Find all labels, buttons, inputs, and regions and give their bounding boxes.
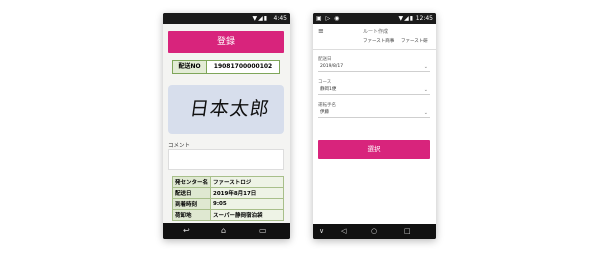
status-bar: ▣ ▷ ◉ ▼◢▮ 12:45: [313, 13, 436, 24]
table-row: 荷卸地 スーパー静岡宿泊袋: [171, 209, 284, 221]
table-row: 発センター名 ファーストロジ: [171, 176, 284, 188]
home-icon[interactable]: ○: [371, 226, 377, 237]
tab-first-shoji[interactable]: ファースト商事: [363, 38, 394, 44]
chevron-down-icon: ⌄: [423, 64, 428, 70]
table-row: 配送日 2019年8月17日: [171, 187, 284, 199]
notification-icons: ▣ ▷ ◉: [316, 15, 341, 22]
status-time: 4:45: [273, 15, 287, 22]
status-icons: ▼◢▮: [252, 15, 268, 22]
table-key: 荷卸地: [171, 209, 212, 221]
status-bar: ▼◢▮ 4:45: [163, 13, 290, 24]
handwritten-signature: 日本太郎: [188, 98, 272, 120]
chevron-down-icon: ⌄: [423, 87, 428, 93]
signature-pad[interactable]: 日本太郎: [168, 85, 284, 134]
chevron-down-icon: ⌄: [423, 110, 428, 116]
delivery-date-value: 2019/8/17: [320, 64, 344, 69]
delivery-number-label: 配送NO: [173, 61, 207, 73]
page-title: ルート作成: [363, 29, 389, 35]
course-value: 静岡1便: [320, 87, 337, 92]
delivery-number-value: 19081700000102: [213, 63, 273, 70]
table-value: 2019年8月17日: [210, 187, 284, 199]
delivery-date-select[interactable]: 2019/8/17 ⌄: [318, 62, 430, 72]
tab-first-ken[interactable]: ファースト研: [401, 38, 428, 44]
route-screen: ≡ ルート作成 ファースト商事 ファースト研 配送日 2019/8/17 ⌄ コ…: [313, 24, 436, 224]
home-icon[interactable]: ⌂: [221, 225, 226, 237]
back-icon[interactable]: ◁: [341, 226, 346, 237]
back-icon[interactable]: ↩: [183, 225, 190, 237]
phone-delivery-receipt: ▼◢▮ 4:45 登録 配送NO 19081700000102 日本太郎 コメン…: [163, 13, 290, 239]
table-value: ファーストロジ: [210, 176, 284, 188]
comment-label: コメント: [168, 143, 191, 149]
recent-apps-icon[interactable]: ▭: [259, 225, 267, 237]
status-time: 12:45: [415, 15, 433, 22]
table-value: スーパー静岡宿泊袋: [210, 209, 284, 221]
register-button[interactable]: 登録: [168, 31, 284, 53]
android-nav-bar: ∨ ◁ ○ □: [313, 224, 436, 239]
delivery-number: 配送NO 19081700000102: [172, 60, 280, 74]
app-bar: ≡ ルート作成 ファースト商事 ファースト研: [313, 24, 436, 50]
phone-route-creation: ▣ ▷ ◉ ▼◢▮ 12:45 ≡ ルート作成 ファースト商事 ファースト研 配…: [313, 13, 436, 239]
table-row: 到着時刻 9:05: [171, 198, 284, 210]
driver-value: 伊藤: [320, 110, 329, 115]
course-select[interactable]: 静岡1便 ⌄: [318, 85, 430, 95]
table-value: 9:05: [210, 198, 284, 210]
android-nav-bar: ↩ ⌂ ▭: [163, 223, 290, 239]
table-key: 発センター名: [171, 176, 212, 188]
receipt-screen: 登録 配送NO 19081700000102 日本太郎 コメント 発センター名 …: [163, 24, 290, 223]
driver-select[interactable]: 伊藤 ⌄: [318, 108, 430, 118]
table-key: 到着時刻: [171, 198, 212, 210]
select-button[interactable]: 選択: [318, 140, 430, 159]
screenshot-stage: ▼◢▮ 4:45 登録 配送NO 19081700000102 日本太郎 コメン…: [0, 0, 600, 253]
comment-input[interactable]: [168, 149, 284, 170]
menu-icon[interactable]: ≡: [318, 27, 324, 35]
delivery-info-table: 発センター名 ファーストロジ 配送日 2019年8月17日 到着時刻 9:05 …: [171, 176, 284, 221]
recent-apps-icon[interactable]: □: [404, 226, 411, 237]
chevron-down-icon[interactable]: ∨: [319, 226, 324, 237]
status-icons: ▼◢▮: [398, 15, 414, 22]
table-key: 配送日: [171, 187, 212, 199]
